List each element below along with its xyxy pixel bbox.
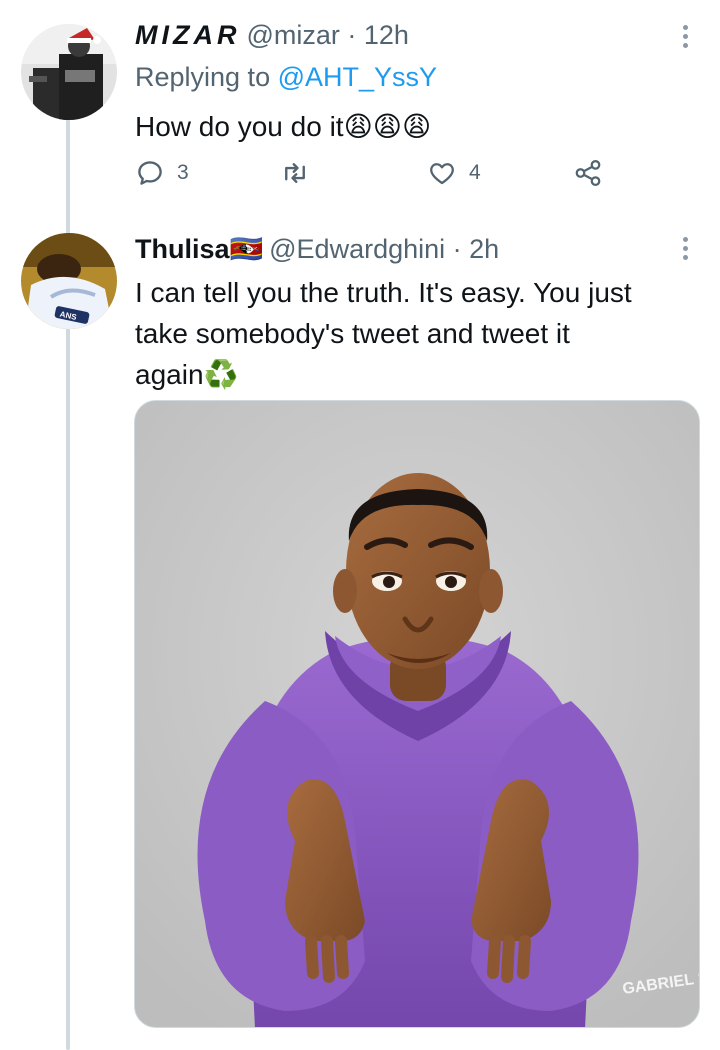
tweet-text: How do you do it😩😩😩 bbox=[135, 111, 432, 142]
heart-icon bbox=[430, 163, 454, 185]
avatar[interactable] bbox=[21, 24, 117, 120]
reply-icon bbox=[138, 161, 162, 185]
reply-count: 3 bbox=[177, 161, 189, 184]
tweet-text-line: take somebody's tweet and tweet it bbox=[135, 318, 570, 349]
retweet-button[interactable] bbox=[280, 158, 322, 188]
avatar[interactable]: ANS bbox=[21, 233, 117, 329]
avatar-image bbox=[21, 24, 117, 120]
reply-button[interactable]: 3 bbox=[135, 158, 189, 188]
display-name[interactable]: Thulisa🇸🇿 bbox=[135, 233, 263, 265]
character-illustration: GABRIEL SOARES bbox=[135, 401, 699, 1027]
handle-time[interactable]: @mizar · 12h bbox=[246, 20, 408, 51]
like-count: 4 bbox=[469, 161, 481, 184]
replying-to: Replying to @AHT_YssY bbox=[135, 62, 437, 93]
tweet-actions: 3 4 bbox=[135, 158, 635, 198]
tweet-text-line: I can tell you the truth. It's easy. You… bbox=[135, 277, 632, 308]
share-button[interactable] bbox=[573, 158, 603, 188]
more-icon[interactable] bbox=[670, 16, 700, 56]
more-icon[interactable] bbox=[670, 228, 700, 268]
tweet-media-image[interactable]: GABRIEL SOARES bbox=[134, 400, 700, 1028]
tweet-text-line: again♻️ bbox=[135, 359, 239, 390]
replying-to-handle-link[interactable]: @AHT_YssY bbox=[278, 62, 437, 92]
share-icon bbox=[575, 160, 601, 186]
tweet-text: I can tell you the truth. It's easy. You… bbox=[135, 272, 695, 395]
display-name[interactable]: MIZAR bbox=[135, 20, 240, 51]
like-button[interactable]: 4 bbox=[427, 158, 481, 188]
replying-to-prefix: Replying to bbox=[135, 62, 278, 92]
handle-time[interactable]: @Edwardghini · 2h bbox=[269, 234, 499, 265]
retweet-icon bbox=[285, 163, 305, 183]
tweet-header: MIZAR @mizar · 12h bbox=[135, 20, 409, 51]
avatar-image: ANS bbox=[21, 233, 117, 329]
next-tweet-edge bbox=[134, 1044, 700, 1050]
tweet-header: Thulisa🇸🇿 @Edwardghini · 2h bbox=[135, 233, 499, 265]
